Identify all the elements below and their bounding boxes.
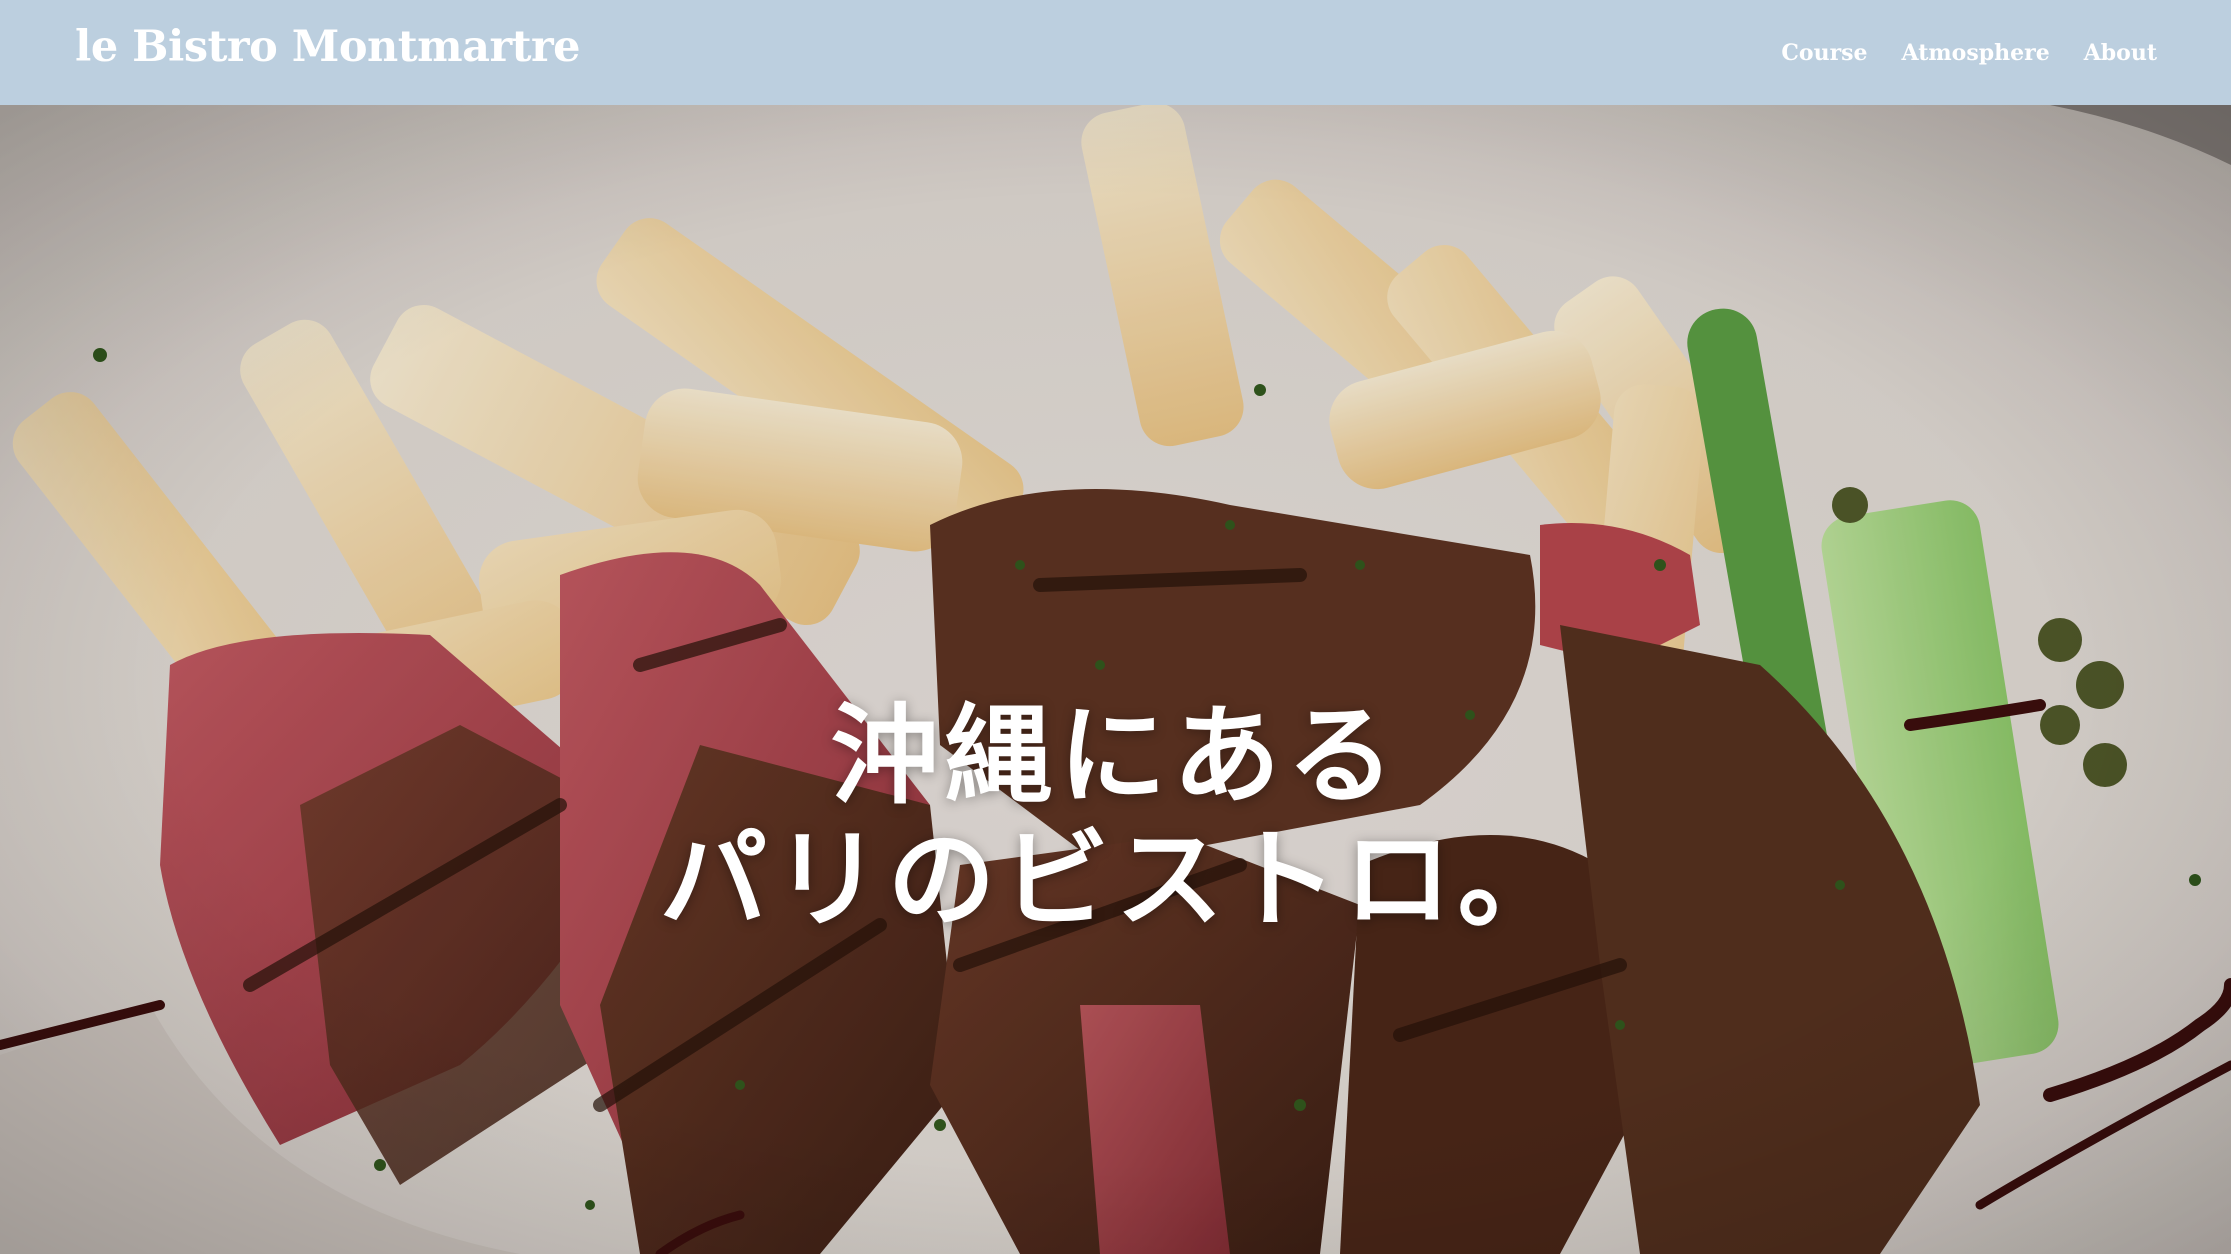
main-nav: Course Atmosphere About xyxy=(1781,40,2157,66)
site-header: le Bistro Montmartre Course Atmosphere A… xyxy=(0,0,2231,105)
brand-logo-link[interactable]: le Bistro Montmartre xyxy=(75,22,581,72)
hero-section xyxy=(0,105,2231,1254)
page: le Bistro Montmartre Course Atmosphere A… xyxy=(0,0,2231,1254)
steak-frites-photo xyxy=(0,105,2231,1254)
hero-headline-line-1: 沖縄にある xyxy=(830,693,1401,820)
hero-headline: 沖縄にある パリのビストロ。 xyxy=(0,694,2231,942)
hero-headline-line-2: パリのビストロ。 xyxy=(659,817,1572,944)
nav-link-about[interactable]: About xyxy=(2084,40,2157,66)
nav-link-course[interactable]: Course xyxy=(1781,40,1867,66)
nav-link-atmosphere[interactable]: Atmosphere xyxy=(1902,40,2050,66)
